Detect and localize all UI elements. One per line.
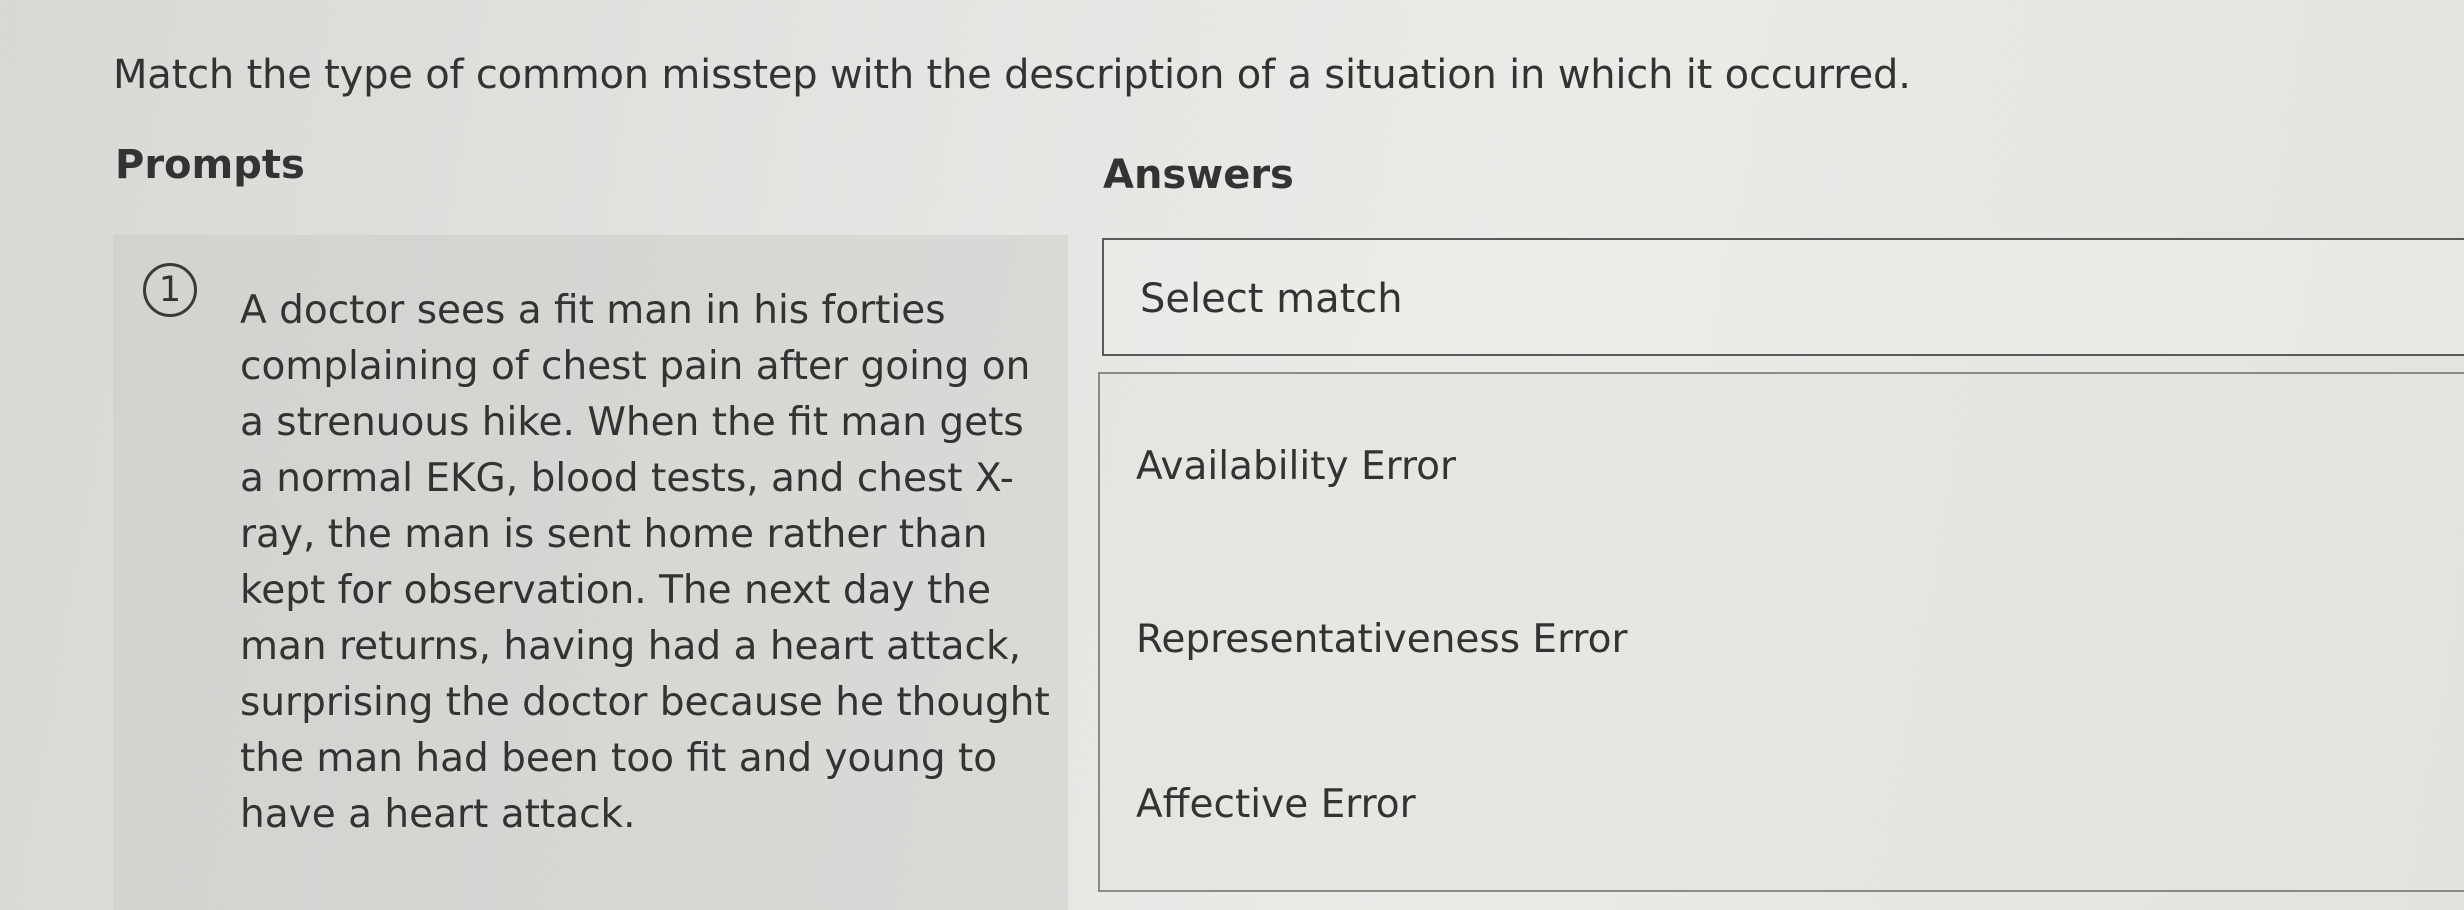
prompts-heading: Prompts xyxy=(115,142,305,188)
question-instruction: Match the type of common misstep with th… xyxy=(113,52,1911,98)
option-affective-error[interactable]: Affective Error xyxy=(1136,782,1416,827)
option-representativeness-error[interactable]: Representativeness Error xyxy=(1136,617,1628,662)
option-availability-error[interactable]: Availability Error xyxy=(1136,444,1456,489)
prompt-number-badge: 1 xyxy=(143,263,197,317)
match-select-dropdown[interactable]: Select match xyxy=(1102,238,2464,356)
answers-heading: Answers xyxy=(1103,152,1294,198)
prompt-text: A doctor sees a fit man in his forties c… xyxy=(240,288,1050,837)
select-placeholder: Select match xyxy=(1140,276,1403,322)
match-options-list: Availability Error Representativeness Er… xyxy=(1098,372,2464,892)
